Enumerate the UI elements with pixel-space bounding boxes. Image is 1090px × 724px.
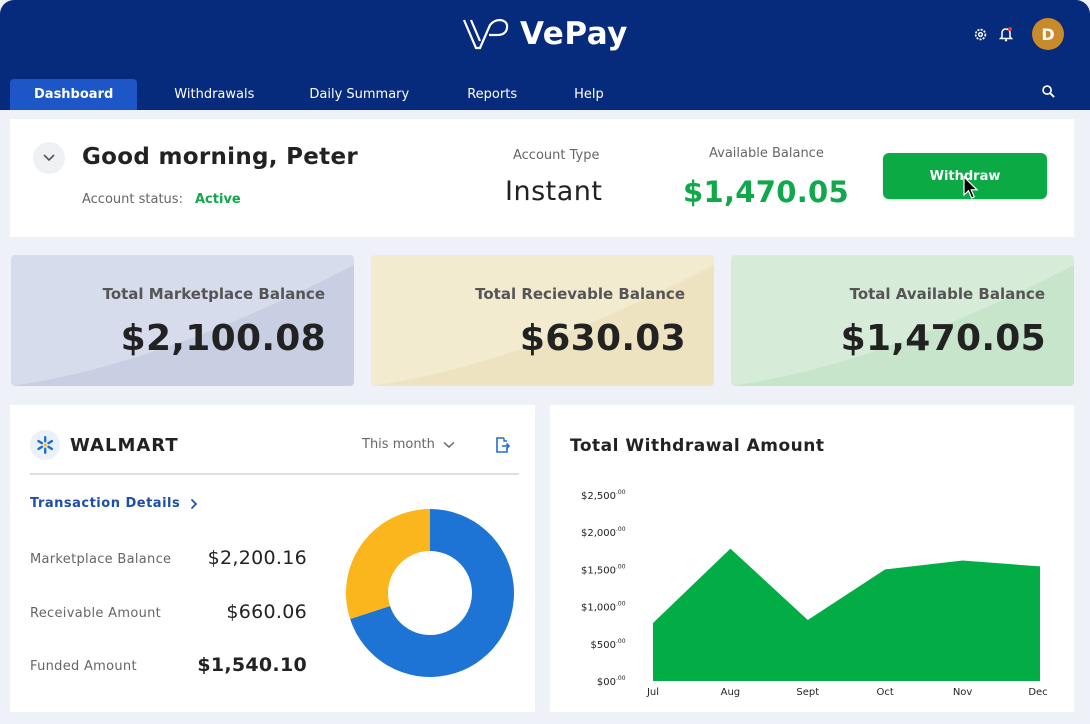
- greeting-title: Good morning, Peter: [82, 144, 358, 170]
- y-tick-sup: .00: [616, 489, 626, 496]
- tab-dashboard[interactable]: Dashboard: [10, 79, 138, 110]
- vepay-logo[interactable]: VePay: [462, 12, 628, 56]
- marketplace-balance-label: Marketplace Balance: [30, 552, 172, 567]
- balance-card-label: Total Available Balance: [849, 285, 1045, 303]
- y-tick-sup: .00: [616, 675, 626, 682]
- balance-card-value: $630.03: [519, 318, 686, 359]
- funded-amount-label: Funded Amount: [30, 659, 137, 674]
- available-balance-card: Total Available Balance $1,470.05: [731, 255, 1074, 386]
- tab-reports[interactable]: Reports: [467, 79, 517, 110]
- y-tick-label: $500: [591, 640, 616, 651]
- chevron-right-icon: [191, 498, 198, 509]
- marketplace-balance-value: $2,200.16: [207, 547, 307, 569]
- account-status-value: Active: [195, 192, 241, 207]
- withdrawal-chart-panel: Total Withdrawal Amount $2,500.00 $2,000.…: [550, 405, 1074, 712]
- account-type-value: Instant: [505, 176, 603, 207]
- y-tick-label: $1,000: [581, 603, 616, 614]
- collapse-button[interactable]: [33, 142, 65, 174]
- walmart-panel: WALMART This month Transaction Details M…: [10, 405, 535, 712]
- bell-icon[interactable]: [998, 26, 1014, 42]
- period-dropdown-value: This month: [362, 437, 435, 452]
- available-balance-value: $1,470.05: [683, 175, 849, 209]
- walmart-spark-icon: [37, 436, 54, 454]
- y-tick-sup: .00: [616, 526, 626, 533]
- transaction-details-label: Transaction Details: [30, 496, 181, 511]
- balance-card-value: $1,470.05: [840, 318, 1046, 359]
- export-icon[interactable]: [493, 436, 511, 454]
- y-tick-sup: .00: [616, 638, 626, 645]
- x-tick-label: Sept: [796, 687, 819, 698]
- chevron-down-icon: [443, 441, 455, 448]
- y-tick-sup: .00: [616, 563, 626, 570]
- y-tick-label: $1,500: [581, 565, 616, 576]
- divider: [30, 473, 519, 475]
- top-header: VePay D Dashboard Withdrawals Daily Summ…: [0, 0, 1090, 110]
- balance-card-label: Total Marketplace Balance: [102, 285, 325, 303]
- x-tick-label: Nov: [953, 687, 973, 698]
- balance-card-label: Total Recievable Balance: [475, 285, 685, 303]
- main-nav: Dashboard Withdrawals Daily Summary Repo…: [10, 79, 604, 110]
- balance-donut-chart: [346, 509, 514, 677]
- withdrawal-area: [653, 548, 1040, 681]
- withdrawal-area-chart: $2,500.00$2,000.00$1,500.00$1,000.00$500…: [581, 489, 1048, 698]
- y-tick-sup: .00: [616, 601, 626, 608]
- receivable-balance-card: Total Recievable Balance $630.03: [371, 255, 714, 386]
- header-actions: D: [972, 18, 1064, 50]
- y-tick-label: $00: [597, 677, 616, 688]
- y-tick-label: $2,000: [581, 528, 616, 539]
- brand-name: VePay: [520, 16, 628, 52]
- tab-daily-summary[interactable]: Daily Summary: [309, 79, 409, 110]
- chevron-down-icon: [43, 154, 55, 162]
- account-status-label: Account status:: [82, 192, 183, 207]
- x-tick-label: Oct: [877, 687, 894, 698]
- x-tick-label: Aug: [721, 687, 741, 698]
- mouse-cursor-icon: [963, 176, 979, 199]
- available-balance-label: Available Balance: [709, 146, 824, 161]
- greeting-card: Good morning, Peter Account status: Acti…: [10, 119, 1074, 237]
- walmart-logo: [30, 430, 60, 460]
- marketplace-balance-card: Total Marketplace Balance $2,100.08: [11, 255, 354, 386]
- x-tick-label: Dec: [1028, 687, 1047, 698]
- avatar[interactable]: D: [1032, 18, 1064, 50]
- account-type-label: Account Type: [513, 148, 600, 163]
- y-tick-label: $2,500: [581, 491, 616, 502]
- donut-segment: [346, 509, 430, 619]
- marketplace-name: WALMART: [70, 435, 179, 456]
- balance-card-value: $2,100.08: [120, 318, 326, 359]
- x-tick-label: Jul: [646, 687, 659, 698]
- period-dropdown[interactable]: This month: [362, 437, 455, 452]
- search-icon[interactable]: [1041, 84, 1057, 100]
- tab-help[interactable]: Help: [574, 79, 604, 110]
- tab-withdrawals[interactable]: Withdrawals: [174, 79, 254, 110]
- receivable-amount-value: $660.06: [226, 601, 307, 623]
- gear-icon[interactable]: [972, 26, 988, 42]
- vepay-logo-mark-icon: [462, 18, 509, 50]
- funded-amount-value: $1,540.10: [197, 654, 307, 676]
- transaction-details-link[interactable]: Transaction Details: [30, 496, 198, 511]
- receivable-amount-label: Receivable Amount: [30, 606, 162, 621]
